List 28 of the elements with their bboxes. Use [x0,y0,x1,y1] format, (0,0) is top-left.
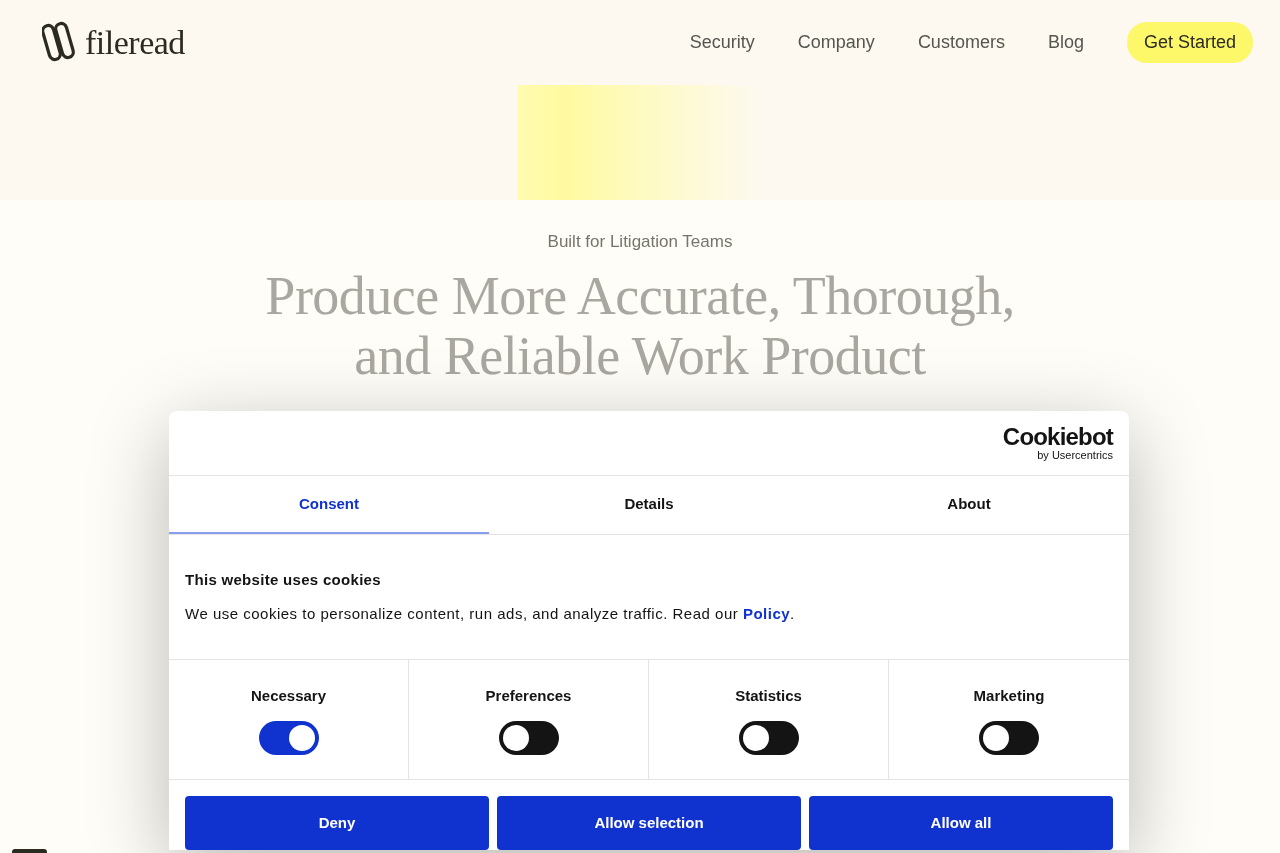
consent-button[interactable]: Deny [185,796,489,850]
hero-heading: Produce More Accurate, Thorough, and Reliable Work Product [265,266,1015,386]
category-label: Preferences [485,686,572,706]
dialog-tab[interactable]: About [809,476,1129,534]
dialog-tab[interactable]: Consent [169,476,489,534]
brand-byline: by Usercentrics [1037,448,1113,462]
toggle-switch[interactable] [738,721,799,755]
toggle-switch[interactable] [979,721,1039,755]
category-label: Statistics [735,686,802,706]
hero-eyebrow: Built for Litigation Teams [547,231,733,253]
dialog-text: We use cookies to personalize content, run ads, and analyze traffic. Read our Policy. [185,604,796,624]
brand-logo-text: Cookiebot [1002,424,1113,449]
consent-button[interactable]: Allow all [809,796,1113,850]
nav-link[interactable]: Company [797,29,875,56]
nav-link[interactable]: Security [689,29,755,56]
category-label: Necessary [250,686,327,706]
consent-button[interactable]: Allow selection [497,796,801,850]
category-label: Marketing [973,686,1045,706]
toggle-switch[interactable] [258,721,319,755]
toggle-switch[interactable] [498,721,559,755]
corner-badge-icon [12,849,47,853]
logo-wordmark[interactable]: fileread [85,22,185,63]
get-started-button[interactable]: Get Started [1126,22,1253,63]
nav-link[interactable]: Blog [1047,29,1084,56]
dialog-heading: This website uses cookies [185,570,382,590]
policy-link[interactable]: Policy [742,605,791,622]
nav-link[interactable]: Customers [917,29,1005,56]
dialog-tab[interactable]: Details [489,476,809,534]
